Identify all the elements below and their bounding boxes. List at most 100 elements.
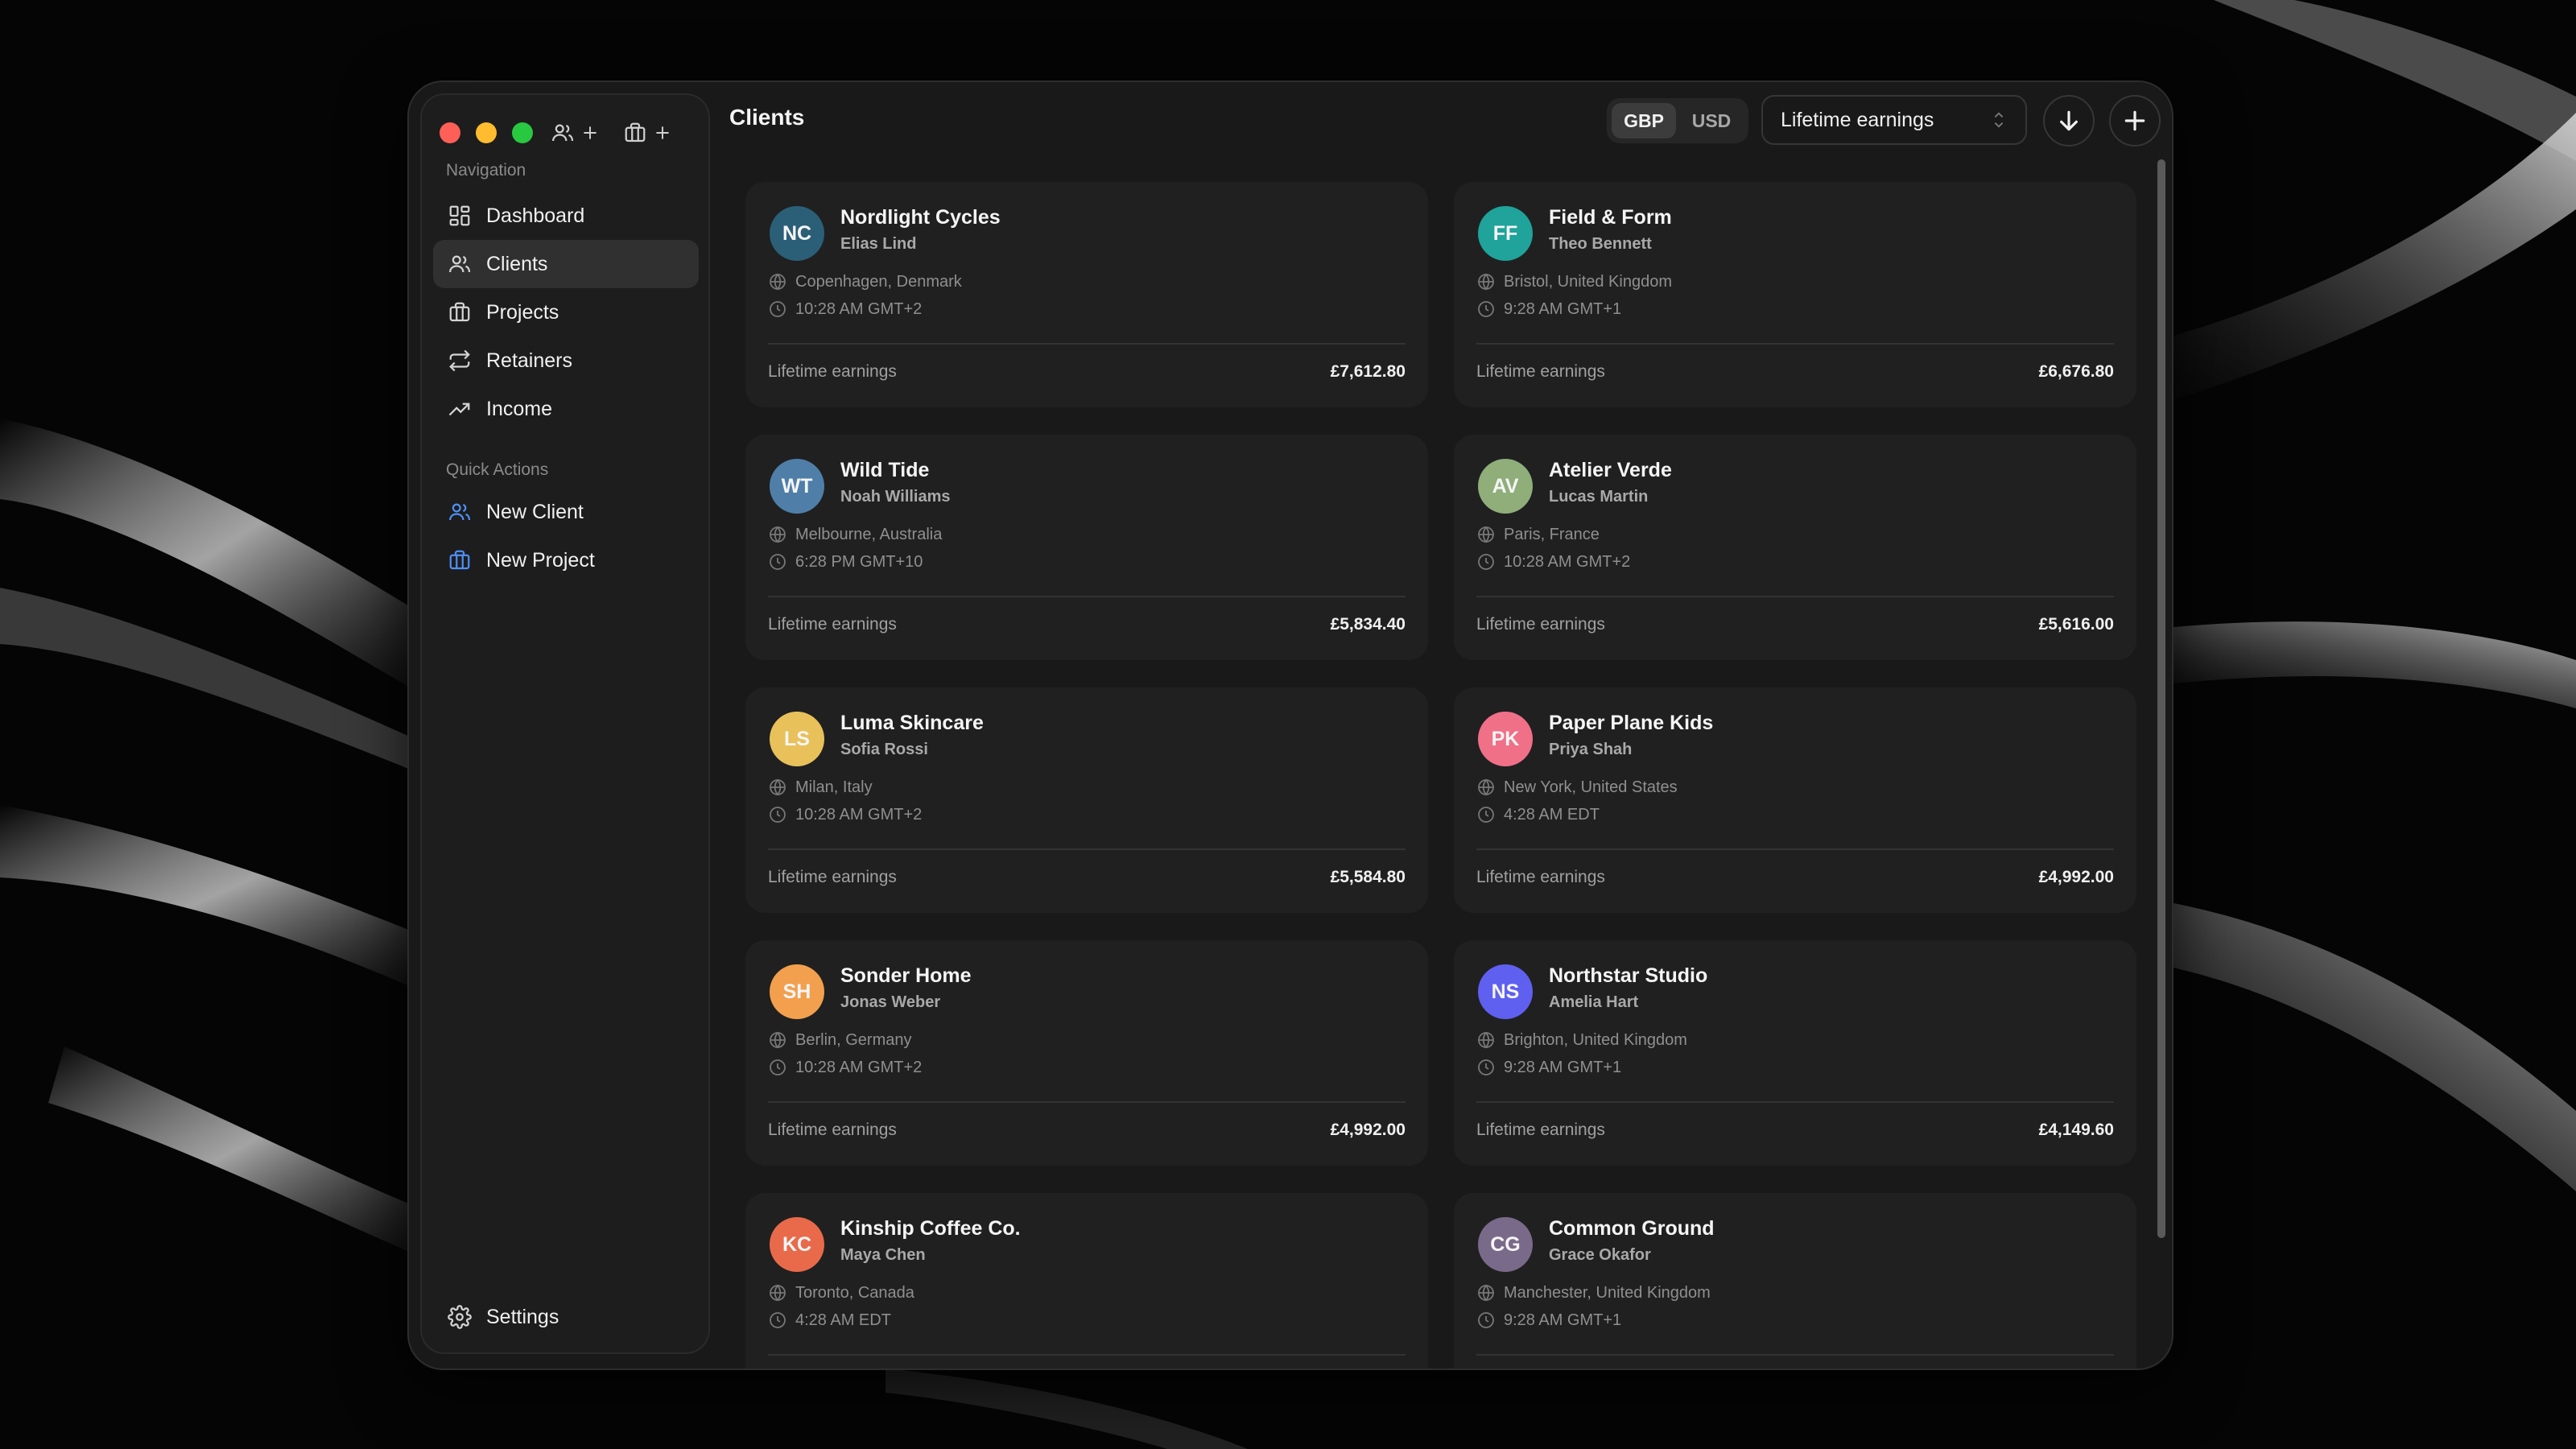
plus-icon [2124, 110, 2145, 131]
client-location: Milan, Italy [768, 778, 873, 797]
client-local-time: 10:28 AM GMT+2 [768, 299, 922, 319]
client-local-time: 9:28 AM GMT+1 [1476, 1058, 1621, 1077]
clock-icon [1478, 807, 1494, 823]
clock-icon [1478, 1059, 1494, 1075]
earnings-value: £6,676.80 [2038, 362, 2114, 381]
client-card[interactable]: CG Common Ground Grace Okafor Manchester… [1454, 1193, 2136, 1368]
globe-icon [770, 778, 786, 796]
earnings-value: £4,149.60 [2038, 1121, 2114, 1139]
divider [1476, 343, 2114, 345]
add-client-button[interactable] [2109, 95, 2161, 147]
quick-action-new-project[interactable]: New Project [433, 536, 699, 584]
add-client-shortcut-button[interactable] [544, 118, 607, 148]
client-contact: Jonas Weber [840, 993, 941, 1011]
client-card[interactable]: NS Northstar Studio Amelia Hart Brighton… [1454, 940, 2136, 1166]
gear-icon [448, 1305, 472, 1329]
close-window-button[interactable] [440, 122, 460, 143]
client-location: Melbourne, Australia [768, 525, 942, 544]
client-name: Northstar Studio [1549, 964, 1708, 987]
window-controls [440, 122, 533, 143]
clock-icon [770, 301, 786, 317]
client-local-time: 10:28 AM GMT+2 [768, 1058, 922, 1077]
divider [768, 1354, 1406, 1356]
client-name: Atelier Verde [1549, 459, 1672, 481]
client-location: Berlin, Germany [768, 1030, 912, 1050]
earnings-label: Lifetime earnings [1476, 615, 1605, 634]
earnings-label: Lifetime earnings [768, 868, 897, 886]
sidebar-item-label: Clients [486, 252, 548, 275]
sidebar-item-label: Projects [486, 300, 559, 324]
add-project-shortcut-button[interactable] [617, 118, 679, 148]
divider [768, 596, 1406, 597]
clock-icon [1478, 301, 1494, 317]
scrollbar[interactable] [2157, 159, 2165, 1238]
globe-icon [1478, 273, 1494, 291]
client-local-time: 9:28 AM GMT+1 [1476, 1311, 1621, 1330]
client-card[interactable]: AV Atelier Verde Lucas Martin Paris, Fra… [1454, 435, 2136, 660]
sidebar-item-settings[interactable]: Settings [433, 1293, 699, 1341]
users-icon [449, 255, 471, 273]
plus-icon [656, 126, 669, 139]
maximize-window-button[interactable] [512, 122, 533, 143]
client-card[interactable]: SH Sonder Home Jonas Weber Berlin, Germa… [745, 940, 1428, 1166]
avatar: PK [1478, 712, 1533, 766]
earnings-label: Lifetime earnings [1476, 868, 1605, 886]
sort-direction-button[interactable] [2043, 95, 2095, 147]
client-location-text: Milan, Italy [795, 778, 873, 796]
client-contact: Grace Okafor [1549, 1246, 1651, 1264]
avatar: LS [770, 712, 824, 766]
client-location-text: Bristol, United Kingdom [1504, 272, 1672, 291]
sidebar-item-projects[interactable]: Projects [433, 288, 699, 336]
sidebar-item-income[interactable]: Income [433, 385, 699, 433]
divider [1476, 848, 2114, 850]
clock-icon [1478, 1312, 1494, 1328]
sidebar-item-dashboard[interactable]: Dashboard [433, 192, 699, 240]
client-local-time: 10:28 AM GMT+2 [768, 805, 922, 824]
client-local-time-text: 10:28 AM GMT+2 [795, 1058, 923, 1076]
sidebar-item-label: Retainers [486, 349, 572, 372]
app-window: Navigation Dashboard Clients Projects Re… [407, 80, 2174, 1370]
client-card[interactable]: LS Luma Skincare Sofia Rossi Milan, Ital… [745, 687, 1428, 913]
quick-action-label: New Project [486, 548, 595, 572]
divider [768, 848, 1406, 850]
earnings-value: £5,834.40 [1330, 615, 1406, 634]
client-location-text: Brighton, United Kingdom [1504, 1030, 1687, 1049]
sort-select[interactable]: Lifetime earnings [1761, 95, 2027, 145]
minimize-window-button[interactable] [476, 122, 497, 143]
briefcase-icon [449, 302, 470, 322]
client-local-time: 10:28 AM GMT+2 [1476, 552, 1630, 572]
client-card[interactable]: PK Paper Plane Kids Priya Shah New York,… [1454, 687, 2136, 913]
earnings-label: Lifetime earnings [1476, 1121, 1605, 1139]
sidebar-item-retainers[interactable]: Retainers [433, 336, 699, 385]
settings-area: Settings [433, 1293, 699, 1341]
earnings-label: Lifetime earnings [768, 615, 897, 634]
sidebar-top-actions [544, 118, 679, 148]
quick-action-new-client[interactable]: New Client [433, 488, 699, 536]
client-local-time-text: 9:28 AM GMT+1 [1504, 1058, 1622, 1076]
client-name: Common Ground [1549, 1217, 1715, 1240]
quick-action-label: New Client [486, 500, 584, 523]
client-contact: Maya Chen [840, 1246, 926, 1264]
client-card[interactable]: FF Field & Form Theo Bennett Bristol, Un… [1454, 182, 2136, 407]
client-card[interactable]: WT Wild Tide Noah Williams Melbourne, Au… [745, 435, 1428, 660]
client-contact: Elias Lind [840, 235, 917, 253]
client-card[interactable]: KC Kinship Coffee Co. Maya Chen Toronto,… [745, 1193, 1428, 1368]
scrollbar-thumb[interactable] [2157, 159, 2165, 1238]
client-card[interactable]: NC Nordlight Cycles Elias Lind Copenhage… [745, 182, 1428, 407]
client-local-time: 4:28 AM EDT [1476, 805, 1600, 824]
client-location-text: Paris, France [1504, 525, 1600, 543]
client-location: Copenhagen, Denmark [768, 272, 962, 291]
globe-icon [1478, 1031, 1494, 1049]
sidebar-item-clients[interactable]: Clients [433, 240, 699, 288]
client-location-text: Melbourne, Australia [795, 525, 943, 543]
currency-option-usd[interactable]: USD [1679, 103, 1744, 138]
globe-icon [770, 526, 786, 543]
divider [1476, 596, 2114, 597]
clock-icon [1478, 554, 1494, 570]
client-local-time-text: 4:28 AM EDT [1504, 805, 1600, 824]
currency-option-gbp[interactable]: GBP [1612, 103, 1676, 138]
client-contact: Theo Bennett [1549, 235, 1652, 253]
sort-select-value: Lifetime earnings [1781, 108, 1934, 131]
divider [1476, 1101, 2114, 1103]
client-local-time-text: 4:28 AM EDT [795, 1311, 891, 1329]
